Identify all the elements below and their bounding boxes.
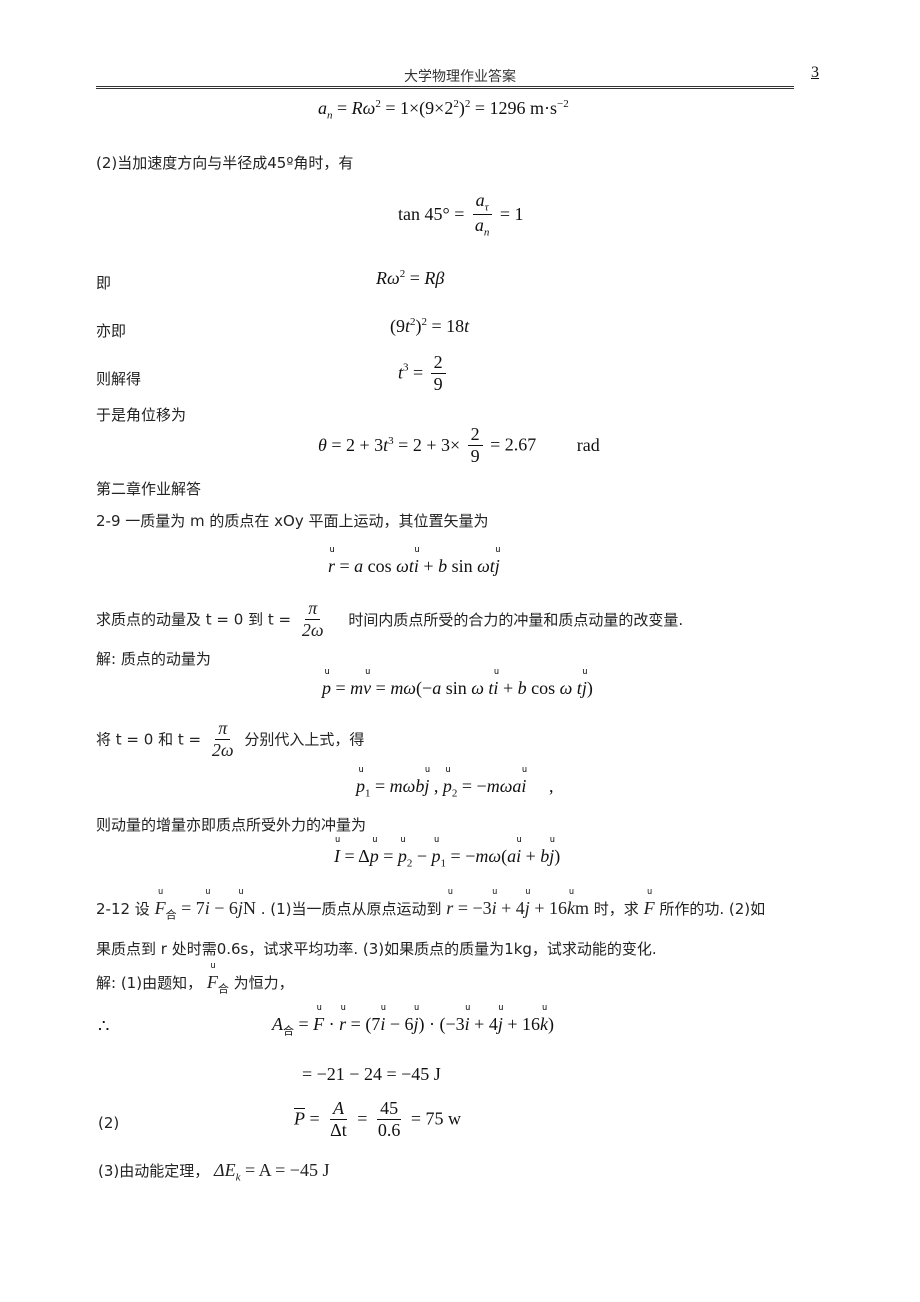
label-zejiede: 则解得 [96, 370, 142, 388]
sol212-part-b: 为恒力， [233, 974, 294, 992]
equation-position-vector: r = a cos ωti + b sin ωtj [328, 556, 500, 577]
page-number: 3 [811, 64, 819, 81]
q212-part-d: 所作的功. (2)如 [659, 900, 766, 918]
problem-2-9-question: 求质点的动量及 t = 0 到 t = π 2ω 时间内质点所受的合力的冲量和质点… [96, 598, 683, 640]
problem-2-12-line2: 果质点到 r 处时需0.6s，试求平均功率. (3)如果质点的质量为1kg，试求… [96, 940, 657, 958]
substitute-part-a: 将 t = 0 和 t = [96, 730, 202, 749]
substitute-part-b: 分别代入上式，得 [244, 730, 365, 749]
label-part2: (2) [98, 1114, 120, 1132]
fraction-pi-2omega-2: π 2ω [211, 718, 234, 760]
equation-work: A合 = F · r = (7i − 6j) · (−3i + 4j + 16k… [272, 1014, 554, 1039]
problem-2-9-statement: 2-9 一质量为 m 的质点在 xOy 平面上运动，其位置矢量为 [96, 512, 489, 530]
solution-2-12-intro: 解: (1)由题知， F合 为恒力， [96, 972, 294, 997]
question-part-b: 时间内质点所受的合力的冲量和质点动量的改变量. [348, 610, 684, 629]
label-yushi: 于是角位移为 [96, 406, 187, 424]
label-yiji: 亦即 [96, 322, 127, 340]
sol212-part-a: 解: (1)由题知， [96, 974, 203, 992]
kinetic-energy-result: = A = −45 J [244, 1160, 330, 1180]
equation-rw: Rω2 = Rβ [376, 268, 445, 288]
impulse-text: 则动量的增量亦即质点所受外力的冲量为 [96, 816, 367, 834]
part2-text: (2)当加速度方向与半径成45º角时，有 [96, 154, 354, 172]
therefore-symbol: ∴ [98, 1016, 110, 1036]
chapter-heading: 第二章作业解答 [96, 480, 202, 498]
fraction-pi-2omega: π 2ω [301, 598, 324, 640]
equation-tan45: tan 45° = aτ an = 1 [398, 190, 524, 239]
theta-unit: rad [576, 434, 600, 455]
q212-part-b: . (1)当一质点从原点运动到 [260, 900, 442, 918]
equation-p1-p2: p1 = mωbj , p2 = −mωai , [356, 776, 553, 800]
equation-an: an = Rω2 = 1×(9×22)2 = 1296 m·s−2 [318, 98, 569, 122]
equation-t3: t3 = 29 [398, 352, 449, 394]
header-title: 大学物理作业答案 [404, 69, 516, 85]
equation-power: P = A Δt = 45 0.6 = 75 w [294, 1098, 462, 1140]
part3-text: (3)由动能定理， [98, 1162, 210, 1180]
part3-line: (3)由动能定理， ΔEk = A = −45 J [98, 1160, 330, 1184]
problem-2-12-line1: 2-12 设 F合 = 7i − 6jN . (1)当一质点从原点运动到 r =… [96, 898, 765, 923]
q212-part-c: 时，求 [593, 900, 639, 918]
q212-part-a: 2-12 设 [96, 900, 150, 918]
equation-9t2: (9t2)2 = 18t [390, 316, 470, 336]
substitute-line: 将 t = 0 和 t = π 2ω 分别代入上式，得 [96, 718, 364, 760]
equation-theta: θ = 2 + 3t3 = 2 + 3× 29 = 2.67 rad [318, 424, 600, 466]
equation-work-result: = −21 − 24 = −45 J [302, 1064, 441, 1084]
equation-impulse: I = Δp = p2 − p1 = −mω(ai + bj) [334, 846, 560, 870]
question-part-a: 求质点的动量及 t = 0 到 t = [96, 610, 292, 629]
equation-momentum: p = mv = mω(−a sin ω ti + b cos ω tj) [322, 678, 593, 699]
header-rule [96, 86, 794, 89]
label-ji: 即 [96, 274, 112, 292]
solution-2-9-intro: 解: 质点的动量为 [96, 650, 211, 668]
